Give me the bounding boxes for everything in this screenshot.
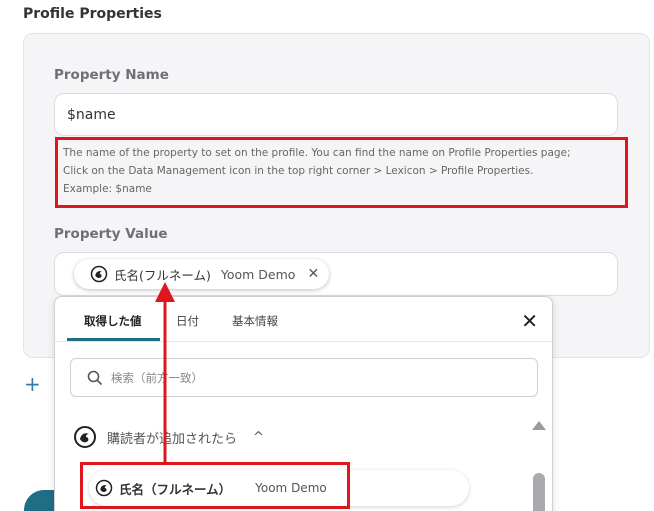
group-subscriber-added[interactable]: 購読者が追加されたら ^ bbox=[73, 425, 264, 449]
chip-app: Yoom Demo bbox=[220, 266, 296, 282]
property-value-label: Property Value bbox=[54, 226, 168, 242]
property-name-label: Property Name bbox=[54, 67, 169, 83]
help-line-2: Click on the Data Management icon in the… bbox=[63, 165, 534, 177]
chip-name: 氏名(フルネーム) bbox=[114, 267, 211, 283]
close-icon[interactable]: ✕ bbox=[521, 309, 538, 333]
help-line-1: The name of the property to set on the p… bbox=[63, 147, 571, 159]
mailchimp-icon bbox=[90, 265, 108, 283]
highlight-box bbox=[80, 462, 350, 509]
help-line-3: Example: $name bbox=[63, 183, 152, 195]
tab-date[interactable]: 日付 bbox=[176, 313, 199, 329]
search-placeholder: 検索（前方一致） bbox=[111, 370, 203, 385]
mailchimp-icon bbox=[74, 426, 96, 448]
chevron-up-icon[interactable]: ^ bbox=[253, 430, 264, 445]
section-title: Profile Properties bbox=[23, 6, 162, 22]
tab-retrieved-values[interactable]: 取得した値 bbox=[84, 313, 142, 329]
picker-tabs: 取得した値 日付 基本情報 ✕ bbox=[55, 297, 552, 342]
property-name-value: $name bbox=[67, 106, 116, 123]
scroll-up-arrow[interactable] bbox=[532, 421, 546, 430]
add-icon[interactable]: + bbox=[24, 372, 41, 396]
tab-basic-info[interactable]: 基本情報 bbox=[232, 313, 278, 329]
search-icon bbox=[87, 370, 103, 385]
active-tab-indicator bbox=[67, 338, 160, 341]
chip-close-icon[interactable]: ✕ bbox=[307, 266, 319, 282]
property-name-help: The name of the property to set on the p… bbox=[55, 137, 628, 208]
search-input[interactable]: 検索（前方一致） bbox=[70, 358, 538, 397]
value-chip[interactable]: 氏名(フルネーム) Yoom Demo ✕ bbox=[74, 259, 330, 289]
scrollbar-thumb[interactable] bbox=[533, 473, 545, 511]
property-name-input[interactable]: $name bbox=[54, 93, 618, 136]
page: Profile Properties Property Name $name T… bbox=[0, 0, 654, 511]
group-label: 購読者が追加されたら bbox=[107, 431, 238, 447]
